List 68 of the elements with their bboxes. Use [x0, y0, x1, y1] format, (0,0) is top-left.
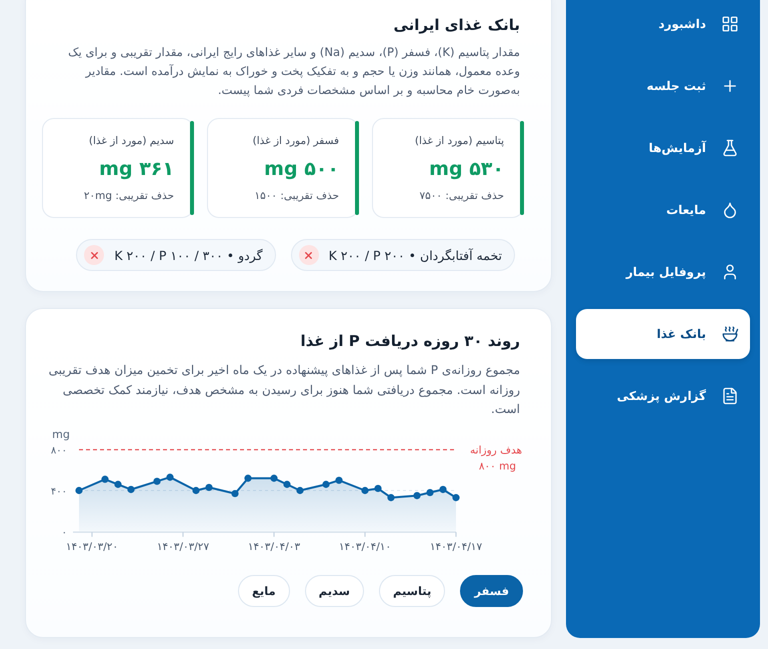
- document-icon: [721, 387, 739, 405]
- data-point: [426, 488, 434, 496]
- data-point: [335, 476, 343, 484]
- nutrient-button[interactable]: فسفر: [460, 575, 523, 607]
- x-tick-label: ۱۴۰۳/۰۳/۲۰: [66, 541, 118, 553]
- metric-note: حذف تقریبی: ۷۵۰۰: [419, 189, 504, 204]
- data-point: [322, 480, 330, 488]
- close-icon[interactable]: [84, 245, 104, 265]
- target-label: هدف روزانه: [470, 444, 522, 457]
- x-tick-label: ۱۴۰۳/۰۳/۲۷: [156, 541, 210, 553]
- data-point: [114, 480, 122, 488]
- data-point: [283, 480, 291, 488]
- data-point: [270, 474, 278, 482]
- data-point: [75, 486, 83, 494]
- data-point: [231, 490, 239, 498]
- grid-icon: [721, 15, 739, 33]
- metric-value: ۵۳۰ mg: [429, 157, 504, 182]
- data-point: [101, 476, 109, 483]
- nav-item[interactable]: گزارش پزشکی: [576, 371, 750, 421]
- data-point: [387, 494, 395, 502]
- card-description: مقدار پتاسیم (K)، فسفر (P)، سدیم (Na) و سایر غذاهای رایج ایرانی، مقدار تقریبی و برای یک وعده معمول، همانند وزن یا حجم و به تفکیک پخت و خوراک به نمایش درآمده است. مقادیر به‌صورت خام محاسبه و بر اساس مشخصات فردی شما پیست.: [67, 44, 520, 99]
- target-value-label: ۸۰۰ mg: [478, 460, 516, 473]
- x-tick-label: ۱۴۰۳/۰۴/۱۰: [338, 541, 392, 553]
- y-tick-label: ۰: [62, 527, 67, 538]
- data-point: [296, 486, 304, 494]
- data-point: [439, 486, 447, 494]
- close-icon[interactable]: [298, 245, 319, 265]
- card-title: روند ۳۰ روزه دریافت P از غذا: [300, 331, 520, 352]
- data-point: [361, 486, 369, 494]
- plus-icon: [721, 77, 739, 95]
- y-tick-label: ۸۰۰: [50, 446, 67, 457]
- data-point: [244, 474, 252, 482]
- card-description: مجموع روزانه‌ی P شما پس از غذاهای پیشنهاده در یک ماه اخیر برای تخمین میزان هدف تقریبی روزانه است. مجموع دریافتی شما هنوز برای رسیدن به مشخص هدف، نیازمند کمک تخصصی است.: [48, 362, 520, 418]
- metric-note: حذف تقریبی: ۱۵۰۰: [254, 189, 339, 204]
- data-point: [452, 494, 460, 502]
- nav-item[interactable]: بانک غذا: [576, 309, 750, 359]
- nutrient-button[interactable]: مایع: [238, 575, 290, 607]
- bowl-icon: [721, 325, 739, 343]
- metric-label: فسفر (مورد از غذا): [252, 134, 339, 149]
- nav-item[interactable]: پروفایل بیمار: [576, 247, 750, 297]
- data-point: [153, 478, 161, 485]
- x-tick-label: ۱۴۰۳/۰۴/۱۷: [430, 541, 482, 553]
- x-tick-label: ۱۴۰۳/۰۴/۰۳: [248, 541, 300, 553]
- metric-note: حذف تقریبی: ۲۰mg: [84, 189, 174, 204]
- data-point: [374, 484, 382, 492]
- nutrient-button[interactable]: پتاسیم: [378, 575, 446, 607]
- data-point: [166, 474, 174, 481]
- y-axis-unit: mg: [52, 428, 70, 441]
- data-point: [192, 486, 200, 494]
- card-title: بانک غذای ایرانی: [392, 15, 520, 36]
- droplet-icon: [721, 201, 739, 219]
- user-icon: [721, 263, 739, 281]
- y-tick-label: ۴۰۰: [50, 486, 67, 498]
- nav-item[interactable]: ثبت جلسه: [576, 61, 750, 111]
- nutrient-button[interactable]: سدیم: [304, 575, 364, 607]
- nav-item[interactable]: داشبورد: [576, 0, 750, 49]
- metric-label: سدیم (مورد از غذا): [88, 134, 174, 149]
- nav-item[interactable]: مایعات: [576, 185, 750, 235]
- food-chip-label: گردو • ۳۰۰ / K ۲۰۰ / P ۱۰۰: [114, 248, 263, 262]
- nav-item[interactable]: آزمایش‌ها: [576, 123, 750, 173]
- data-point: [413, 492, 421, 500]
- food-chip-label: تخمه آفتابگردان • K ۲۰۰ / P ۲۰۰: [328, 248, 502, 262]
- data-point: [127, 486, 135, 494]
- flask-icon: [721, 139, 739, 157]
- data-point: [205, 484, 213, 492]
- metric-label: پتاسیم (مورد از غذا): [414, 134, 504, 149]
- metric-value: ۵۰۰ mg: [264, 157, 339, 182]
- metric-value: ۳۶۱ mg: [99, 157, 174, 182]
